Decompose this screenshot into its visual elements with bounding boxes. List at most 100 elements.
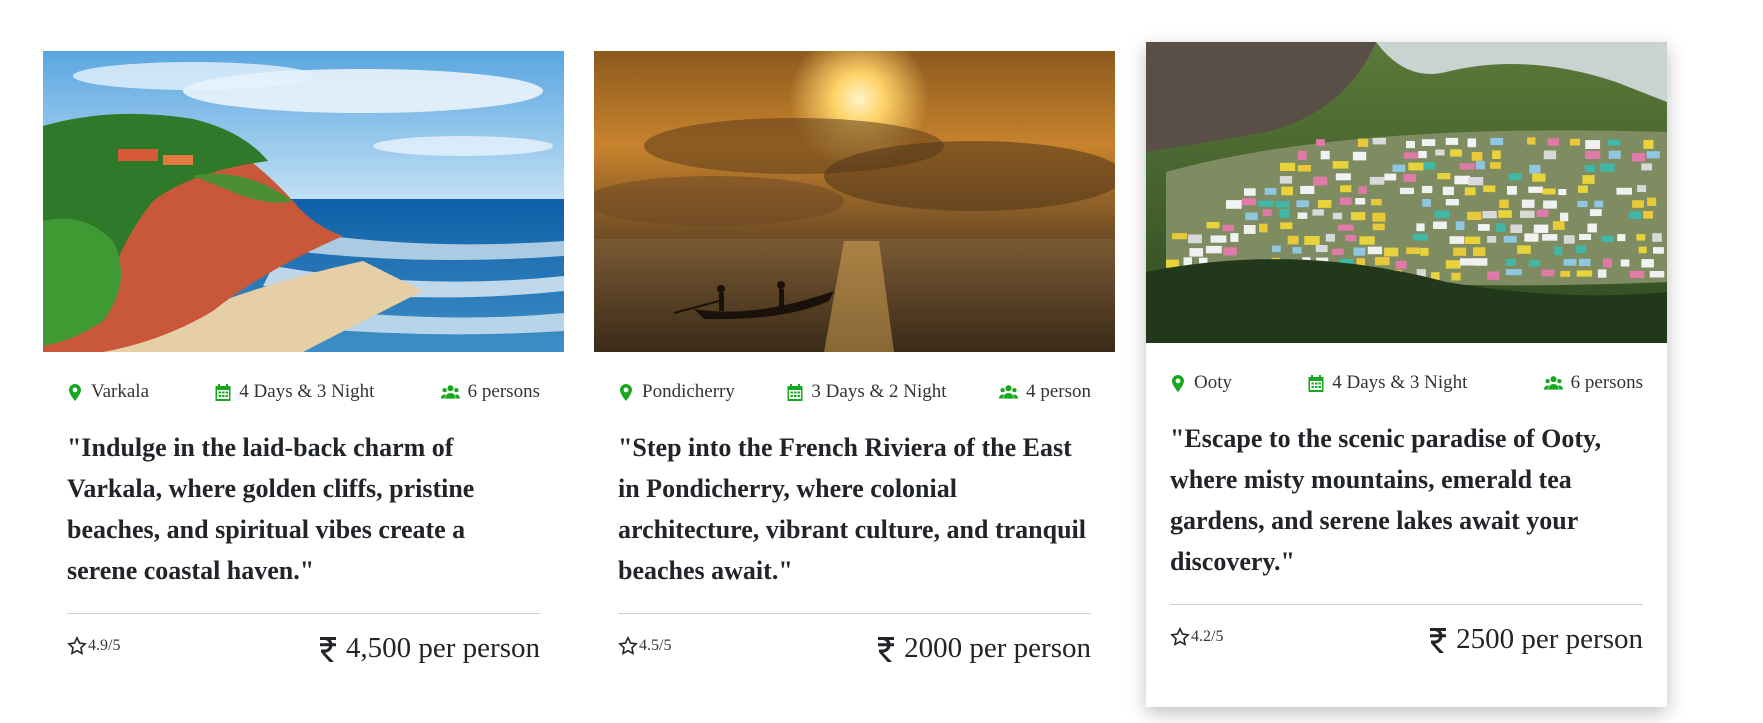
hillside-house (1482, 211, 1497, 219)
hillside-house (1259, 223, 1268, 233)
hillside-house (1421, 139, 1436, 146)
tour-description: "Escape to the scenic paradise of Ooty, … (1170, 424, 1602, 576)
hillside-house (1367, 246, 1383, 255)
hillside-house (1468, 177, 1484, 186)
hillside-house (1587, 223, 1597, 233)
tour-meta: Ooty 4 Days & 3 Night 6 persons (1146, 360, 1667, 406)
hillside-house (1316, 139, 1325, 146)
hillside-house (1460, 258, 1476, 266)
star-outline-icon (618, 636, 638, 655)
hillside-house (1629, 270, 1645, 278)
hillside-house (1183, 257, 1192, 266)
hillside-house (1521, 199, 1535, 208)
hillside-house (1423, 162, 1436, 170)
tour-meta: Pondicherry 3 Days & 2 Night 4 person (594, 369, 1115, 415)
tour-card-varkala[interactable]: Varkala 4 Days & 3 Night 6 persons "Indu… (43, 51, 564, 692)
star-outline-icon (67, 636, 87, 655)
hillside-house (1325, 233, 1335, 242)
rating: 4.2/5 (1170, 627, 1223, 647)
hillside-house (1554, 246, 1563, 256)
location-meta: Ooty (1170, 372, 1232, 394)
hillside-house (1577, 200, 1588, 208)
hillside-house (1206, 222, 1220, 229)
calendar-icon (1308, 374, 1324, 392)
hillside-house (1483, 185, 1496, 193)
price: 2500 per person (1428, 623, 1643, 656)
hillside-house (1490, 137, 1504, 146)
hillside-house (1222, 224, 1235, 232)
tour-image-pondicherry (594, 51, 1115, 352)
hillside-house (1492, 150, 1501, 159)
hillside-house (1223, 247, 1237, 256)
hillside-house (1473, 247, 1486, 256)
hillside-house (1335, 173, 1351, 181)
hillside-house (1528, 186, 1543, 193)
hillside-house (1355, 198, 1366, 205)
hillside-house (1345, 234, 1357, 242)
hillside-house (1601, 235, 1615, 242)
hillside-house (1403, 152, 1419, 159)
hillside-house (1304, 236, 1320, 245)
hillside-house (1262, 209, 1272, 216)
hillside-house (1205, 245, 1222, 254)
location-label: Ooty (1194, 372, 1232, 393)
hillside-house (1643, 211, 1653, 219)
tour-card-ooty[interactable]: Ooty 4 Days & 3 Night 6 persons "Escape … (1146, 42, 1667, 707)
location-label: Pondicherry (642, 381, 735, 402)
persons-label: 4 person (1026, 381, 1091, 402)
hillside-house (1536, 209, 1549, 217)
hillside-house (1602, 258, 1613, 268)
hillside-house (1352, 151, 1367, 161)
hillside-house (1418, 151, 1427, 159)
hillside-house (1279, 209, 1290, 218)
calendar-icon (215, 383, 231, 401)
hillside-house (1647, 197, 1657, 206)
hillside-house (1543, 200, 1557, 209)
location-meta: Varkala (67, 381, 149, 403)
hillside-house (1636, 234, 1646, 241)
duration-meta: 3 Days & 2 Night (787, 381, 947, 403)
hillside-house (1244, 188, 1256, 196)
hillside-house (1350, 212, 1366, 221)
hillside-house (1607, 139, 1621, 146)
hillside-house (1600, 163, 1615, 172)
tour-description: "Step into the French Riviera of the Eas… (618, 433, 1086, 585)
tour-card-pondicherry[interactable]: Pondicherry 3 Days & 2 Night 4 person "S… (594, 51, 1115, 692)
hillside-house (1498, 210, 1512, 218)
hillside-house (1437, 173, 1451, 180)
divider (67, 613, 540, 614)
hillside-house (1412, 234, 1429, 241)
hillside-house (1296, 200, 1309, 208)
hillside-house (1608, 150, 1621, 159)
hillside-house (1357, 138, 1369, 147)
hillside-house (1406, 247, 1421, 254)
hillside-house (1478, 224, 1490, 231)
rating-value: 4.9/5 (88, 637, 121, 654)
price: 2000 per person (876, 632, 1091, 665)
hillside-house (1503, 235, 1517, 243)
hillside-house (1442, 186, 1454, 196)
hillside-house (1445, 199, 1459, 206)
hillside-house (1532, 173, 1546, 182)
users-icon (999, 384, 1019, 399)
hillside-house (1243, 225, 1256, 234)
hillside-house (1455, 221, 1465, 231)
persons-meta: 6 persons (1543, 372, 1643, 394)
rupee-icon (1430, 627, 1447, 653)
hillside-house (1297, 165, 1311, 172)
hillside-house (1464, 187, 1476, 196)
hillside-house (1371, 199, 1382, 206)
duration-label: 3 Days & 2 Night (811, 381, 947, 402)
hillside-house (1298, 150, 1307, 160)
price: 4,500 per person (318, 632, 540, 665)
hillside-house (1510, 224, 1523, 233)
hillside-house (1505, 259, 1516, 266)
divider (1170, 604, 1643, 605)
hillside-house (1578, 258, 1591, 266)
price-label: 4,500 per person (345, 632, 540, 664)
persons-label: 6 persons (1570, 372, 1643, 393)
hillside-house (1577, 185, 1588, 193)
map-pin-icon (1172, 374, 1184, 392)
hillside-house (1649, 271, 1665, 278)
hillside-house (1188, 234, 1202, 244)
